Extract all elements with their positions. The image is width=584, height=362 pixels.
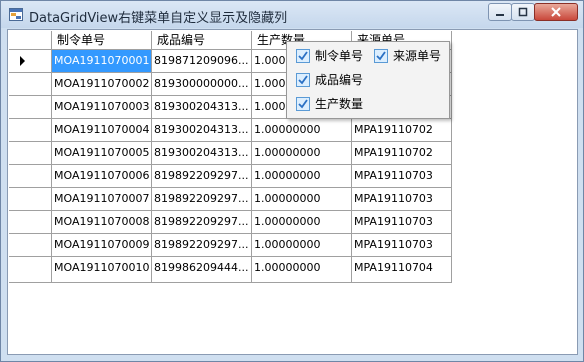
table-cell[interactable]: 1.00000000: [252, 165, 352, 188]
menu-item-source-no[interactable]: 来源单号: [374, 45, 448, 67]
checkmark-icon: [376, 51, 386, 61]
menu-item-quantity[interactable]: 生产数量: [296, 93, 370, 115]
table-cell[interactable]: MOA1911070004: [52, 119, 152, 142]
row-header[interactable]: [9, 96, 52, 119]
row-header[interactable]: [9, 211, 52, 234]
table-cell[interactable]: MOA1911070002: [52, 73, 152, 96]
table-cell[interactable]: MPA19110703: [352, 165, 452, 188]
table-cell[interactable]: MOA1911070007: [52, 188, 152, 211]
menu-item-label: 来源单号: [393, 49, 442, 63]
menu-item-order-no[interactable]: 制令单号: [296, 45, 370, 67]
main-window: DataGridView右键菜单自定义显示及隐藏列 制令单号 成品编号 生产数量…: [0, 0, 584, 362]
table-cell[interactable]: 819300204313...: [152, 119, 252, 142]
column-visibility-context-menu: 制令单号 来源单号 成品编号 生产数量: [286, 41, 450, 119]
minimize-button[interactable]: [488, 3, 512, 21]
minimize-icon: [496, 14, 504, 16]
table-cell[interactable]: 1.00000000: [252, 234, 352, 257]
table-cell[interactable]: MPA19110702: [352, 119, 452, 142]
menu-item-product-no[interactable]: 成品编号: [296, 69, 370, 91]
maximize-button[interactable]: [511, 3, 535, 21]
row-header[interactable]: [9, 73, 52, 96]
table-cell[interactable]: 819300204313...: [152, 96, 252, 119]
table-cell[interactable]: 819871209096...: [152, 50, 252, 73]
table-cell[interactable]: MOA1911070009: [52, 234, 152, 257]
current-row-arrow-icon: [20, 56, 25, 66]
column-header-order-no[interactable]: 制令单号: [52, 31, 152, 50]
table-cell[interactable]: MOA1911070008: [52, 211, 152, 234]
checkmark-icon: [298, 99, 308, 109]
table-cell[interactable]: MOA1911070006: [52, 165, 152, 188]
title-bar[interactable]: DataGridView右键菜单自定义显示及隐藏列: [1, 1, 583, 28]
app-icon: [9, 8, 23, 21]
table-cell[interactable]: 819892209297...: [152, 211, 252, 234]
row-header[interactable]: [9, 165, 52, 188]
table-cell[interactable]: 819300000000...: [152, 73, 252, 96]
checkmark-icon: [298, 51, 308, 61]
table-cell[interactable]: MPA19110702: [352, 142, 452, 165]
close-icon: [551, 7, 561, 17]
table-cell[interactable]: 819892209297...: [152, 188, 252, 211]
checkmark-icon: [298, 75, 308, 85]
table-cell[interactable]: MPA19110703: [352, 234, 452, 257]
menu-item-label: 制令单号: [315, 49, 364, 63]
table-cell[interactable]: MPA19110703: [352, 211, 452, 234]
maximize-icon: [518, 7, 528, 17]
menu-item-label: 生产数量: [315, 97, 364, 111]
table-cell[interactable]: MPA19110703: [352, 188, 452, 211]
table-cell[interactable]: MOA1911070005: [52, 142, 152, 165]
form-client-area: 制令单号 成品编号 生产数量 来源单号 MOA1911070001 819871…: [7, 29, 578, 355]
table-cell[interactable]: 1.00000000: [252, 211, 352, 234]
table-cell[interactable]: MPA19110704: [352, 257, 452, 283]
table-cell[interactable]: 1.00000000: [252, 188, 352, 211]
table-cell[interactable]: 819892209297...: [152, 165, 252, 188]
top-left-header-cell[interactable]: [9, 31, 52, 50]
table-cell[interactable]: 1.00000000: [252, 257, 352, 283]
row-header[interactable]: [9, 142, 52, 165]
menu-checkbox[interactable]: [296, 49, 310, 63]
table-cell[interactable]: 819892209297...: [152, 234, 252, 257]
table-cell[interactable]: MOA1911070003: [52, 96, 152, 119]
table-cell[interactable]: 819300204313...: [152, 142, 252, 165]
row-header[interactable]: [9, 188, 52, 211]
column-header-product-no[interactable]: 成品编号: [152, 31, 252, 50]
table-cell[interactable]: 1.00000000: [252, 119, 352, 142]
close-button[interactable]: [534, 3, 578, 21]
row-header[interactable]: [9, 257, 52, 283]
row-header[interactable]: [9, 50, 52, 73]
menu-checkbox[interactable]: [374, 49, 388, 63]
table-cell[interactable]: 1.00000000: [252, 142, 352, 165]
menu-checkbox[interactable]: [296, 73, 310, 87]
table-cell[interactable]: MOA1911070010: [52, 257, 152, 283]
row-header[interactable]: [9, 119, 52, 142]
menu-item-label: 成品编号: [315, 73, 364, 87]
table-cell[interactable]: MOA1911070001: [52, 50, 152, 73]
window-title: DataGridView右键菜单自定义显示及隐藏列: [29, 11, 288, 26]
row-header[interactable]: [9, 234, 52, 257]
menu-checkbox[interactable]: [296, 97, 310, 111]
table-cell[interactable]: 819986209444...: [152, 257, 252, 283]
